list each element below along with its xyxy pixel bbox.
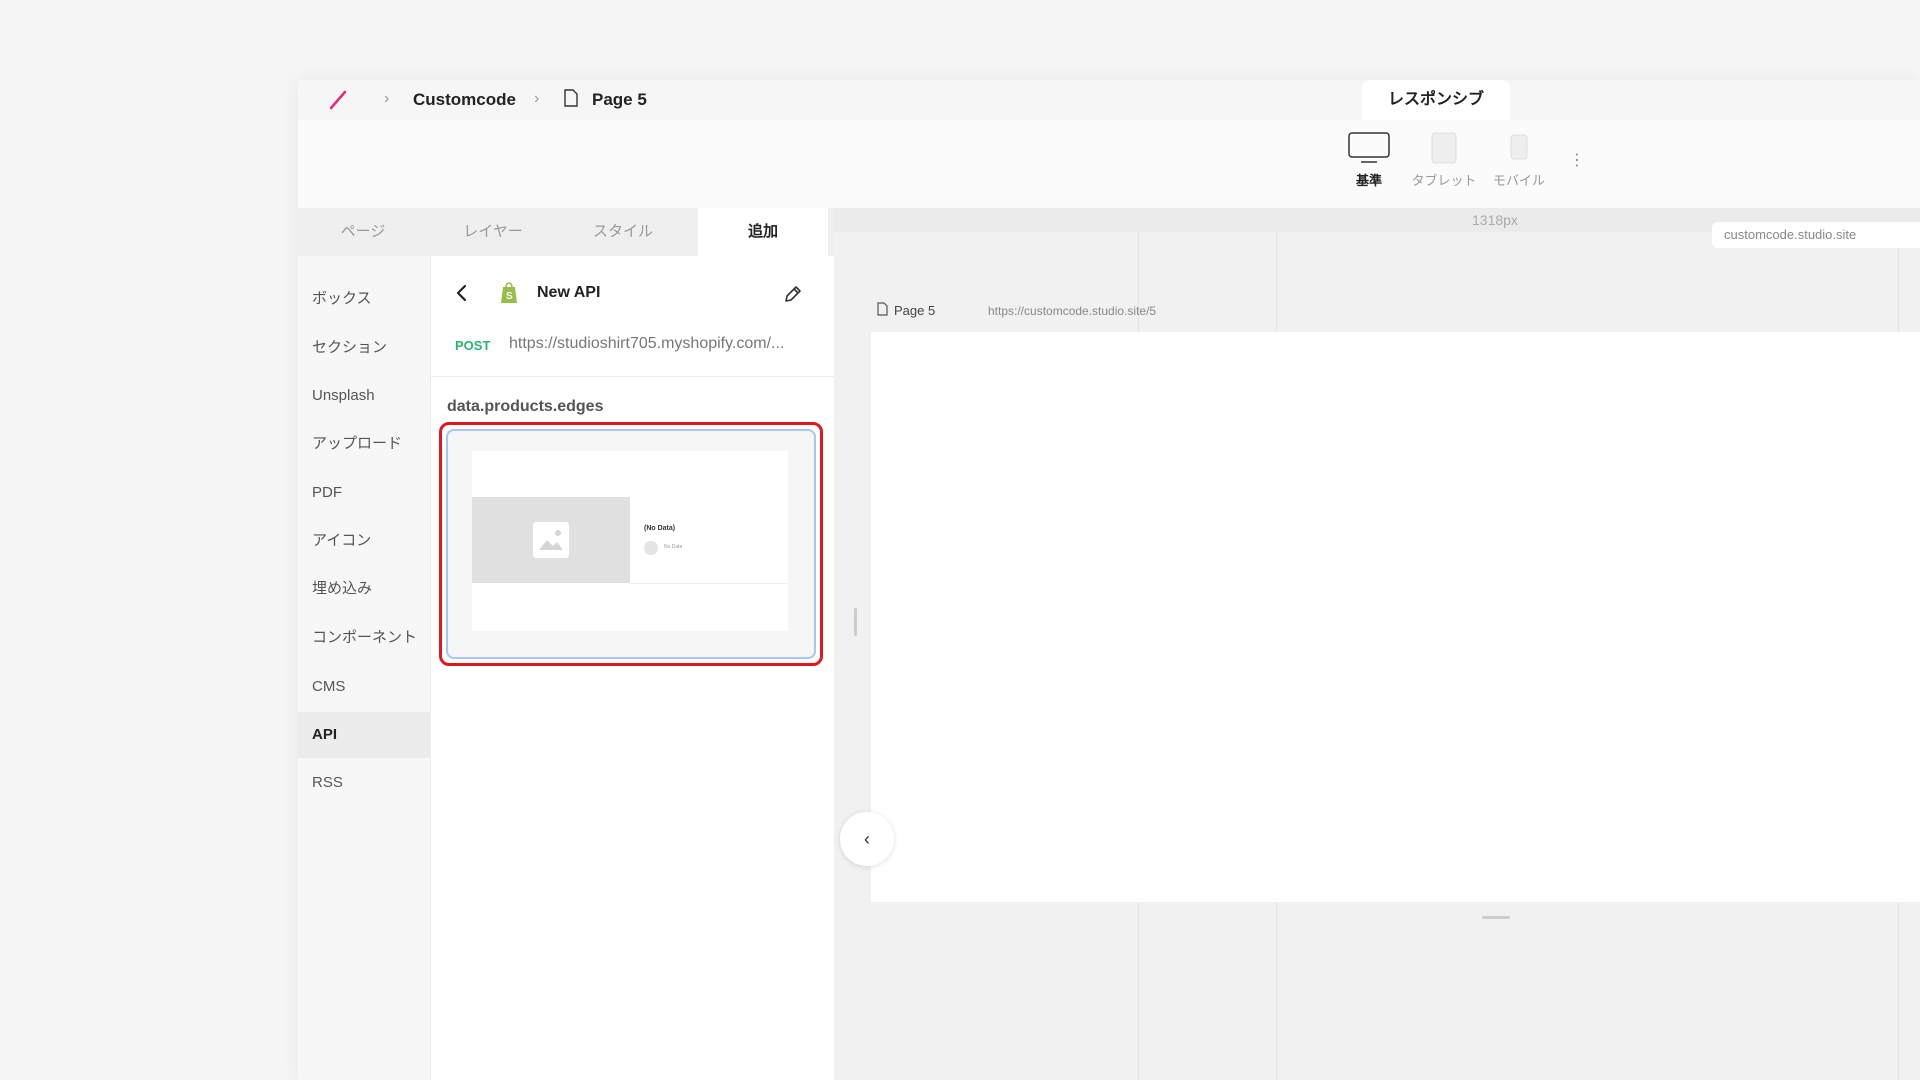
device-label: モバイル — [1492, 173, 1545, 188]
api-name: New API — [537, 284, 601, 301]
svg-text:S: S — [506, 291, 513, 302]
image-placeholder — [472, 497, 630, 583]
site-domain: customcode.studio.site — [1724, 227, 1857, 242]
device-mobile[interactable]: モバイル — [1484, 132, 1554, 189]
shopify-icon: S — [501, 282, 517, 303]
api-endpoint-url: https://studioshirt705.myshopify.com/... — [509, 335, 785, 352]
canvas-width-label: 1318px — [1472, 212, 1518, 228]
breadcrumb-page[interactable]: Page 5 — [592, 90, 647, 110]
tab-responsive[interactable]: レスポンシブ — [1362, 80, 1510, 120]
more-options-icon[interactable]: ⋮ — [1569, 150, 1585, 170]
artboard-resize-handle[interactable] — [1482, 916, 1510, 919]
category-embed[interactable]: 埋め込み — [298, 566, 430, 612]
category-component[interactable]: コンポーネント — [298, 615, 430, 661]
mobile-icon — [1510, 134, 1528, 160]
preview-subtitle: No Data — [664, 544, 683, 550]
breadcrumb-project[interactable]: Customcode — [413, 90, 516, 110]
page-icon — [564, 89, 578, 107]
chevron-left-icon: ‹ — [864, 829, 870, 849]
category-section[interactable]: セクション — [298, 325, 430, 371]
edit-pencil-icon[interactable] — [783, 284, 803, 304]
category-pdf[interactable]: PDF — [298, 470, 430, 516]
category-api[interactable]: API — [298, 712, 430, 758]
api-template-card[interactable]: (No Data) No Data — [446, 429, 816, 659]
top-bar: › Customcode › Page 5 レスポンシブ — [298, 80, 1920, 120]
chevron-right-icon: › — [534, 90, 540, 107]
device-toolbar: 基準 タブレット モバイル ⋮ — [298, 120, 1920, 209]
divider — [630, 583, 788, 584]
tab-layers[interactable]: レイヤー — [428, 208, 558, 256]
design-canvas[interactable]: 1318px customcode.studio.site Page 5 htt… — [834, 208, 1920, 1080]
site-domain-box[interactable]: customcode.studio.site — [1712, 222, 1920, 248]
monitor-icon — [1348, 132, 1390, 163]
sidebar-tabs: ページ レイヤー スタイル 追加 — [298, 208, 834, 256]
tab-add[interactable]: 追加 — [698, 208, 828, 256]
api-panel: S New API POST https://studioshirt705.my… — [431, 256, 835, 1080]
add-category-list: ボックス セクション Unsplash アップロード PDF アイコン 埋め込み… — [298, 256, 431, 1080]
studio-logo-icon[interactable] — [326, 88, 350, 112]
preview-title: (No Data) — [644, 525, 676, 532]
category-upload[interactable]: アップロード — [298, 421, 430, 467]
back-arrow-icon[interactable] — [455, 284, 469, 302]
tab-pages[interactable]: ページ — [298, 208, 428, 256]
page-icon — [877, 302, 888, 316]
artboard-page-label[interactable]: Page 5 — [894, 303, 935, 318]
panel-resize-handle[interactable] — [854, 608, 857, 636]
category-rss[interactable]: RSS — [298, 760, 430, 806]
editor-app: › Customcode › Page 5 レスポンシブ 基準 タブレット モバ… — [298, 80, 1920, 1080]
page-artboard[interactable] — [871, 332, 1920, 902]
data-path-label: data.products.edges — [447, 398, 604, 415]
category-icon[interactable]: アイコン — [298, 518, 430, 564]
category-unsplash[interactable]: Unsplash — [298, 373, 430, 419]
http-method-badge: POST — [455, 338, 491, 353]
device-label: 基準 — [1355, 173, 1382, 188]
avatar — [644, 541, 658, 555]
tab-styles[interactable]: スタイル — [558, 208, 688, 256]
image-placeholder-icon — [533, 522, 569, 558]
device-desktop[interactable]: 基準 — [1334, 132, 1404, 189]
collapse-panel-button[interactable]: ‹ — [840, 812, 894, 866]
tablet-icon — [1431, 132, 1457, 164]
chevron-right-icon: › — [384, 90, 390, 107]
divider — [431, 376, 834, 377]
category-cms[interactable]: CMS — [298, 664, 430, 710]
device-label: タブレット — [1411, 173, 1477, 188]
template-preview: (No Data) No Data — [472, 451, 788, 631]
device-tablet[interactable]: タブレット — [1409, 132, 1479, 189]
artboard-page-url[interactable]: https://customcode.studio.site/5 — [988, 304, 1156, 318]
category-box[interactable]: ボックス — [298, 276, 430, 322]
